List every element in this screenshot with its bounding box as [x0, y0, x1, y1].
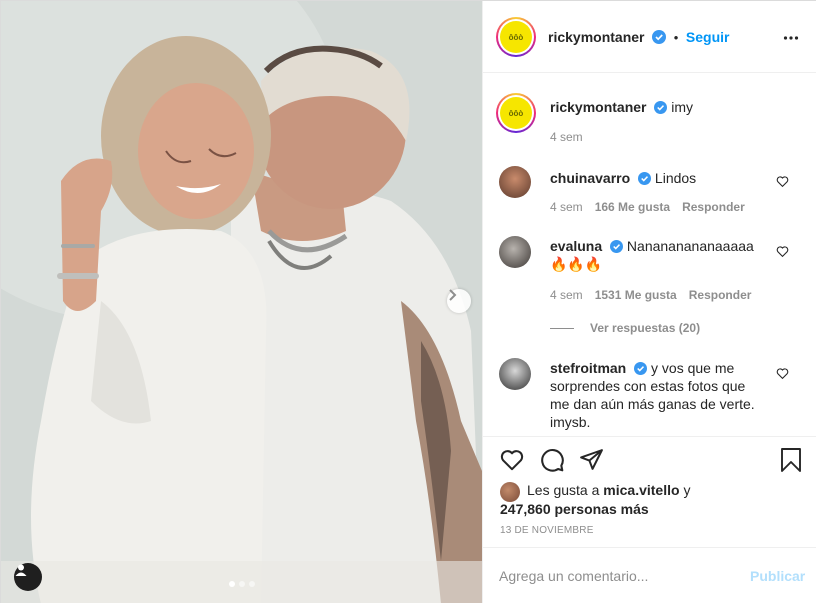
carousel-dot [239, 581, 245, 587]
comment-avatar[interactable] [499, 236, 531, 268]
carousel-dot [229, 581, 235, 587]
comment-avatar[interactable] [499, 166, 531, 198]
comment-username[interactable]: evaluna [550, 238, 602, 254]
save-bookmark-icon[interactable] [779, 447, 803, 473]
caption-meta: 4 sem [550, 130, 583, 144]
next-photo-button[interactable] [447, 289, 471, 313]
like-comment-heart-icon[interactable] [776, 245, 789, 258]
likes-count[interactable]: 247,860 personas más [500, 501, 649, 517]
comment-body: evaluna Nanananananaaaaa🔥🔥🔥 [550, 237, 760, 273]
chevron-right-icon [449, 289, 457, 301]
view-replies-row[interactable]: Ver respuestas (20) [550, 321, 700, 335]
tagged-users-button[interactable] [14, 563, 42, 591]
reply-button[interactable]: Responder [689, 288, 752, 302]
comment-text: Lindos [654, 170, 697, 186]
header-separator: • [673, 30, 679, 45]
verified-badge-icon [610, 240, 624, 253]
view-replies-line [550, 327, 574, 329]
caption-text: imy [671, 99, 694, 115]
first-liker-username[interactable]: mica.vitello [603, 482, 679, 498]
comments-list: ôôò rickymontaner imy 4 sem chuinavarro … [483, 74, 816, 436]
likes-prefix: Les gusta a [527, 482, 600, 498]
comment-meta: 4 sem 166 Me gusta Responder [550, 200, 745, 214]
caption-avatar[interactable]: ôôò [496, 93, 536, 133]
publish-button[interactable]: Publicar [750, 568, 805, 584]
caption-body: rickymontaner imy [550, 98, 780, 116]
verified-badge-icon [654, 101, 668, 114]
user-icon [15, 564, 27, 576]
follow-button[interactable]: Seguir [686, 29, 730, 45]
caption: ôôò rickymontaner imy 4 sem [496, 93, 799, 153]
comment-body: chuinavarro Lindos [550, 169, 780, 187]
author-username[interactable]: rickymontaner [548, 29, 644, 45]
comment-input[interactable]: Agrega un comentario... [499, 568, 719, 584]
comment-likes[interactable]: 166 Me gusta [595, 200, 670, 214]
comment-likes[interactable]: 1531 Me gusta [595, 288, 677, 302]
post-side-panel: ôôò rickymontaner • Seguir ôôò rickymont… [482, 1, 816, 603]
carousel-dot [249, 581, 255, 587]
comment-username[interactable]: chuinavarro [550, 170, 630, 186]
caption-time[interactable]: 4 sem [550, 130, 583, 144]
photo-illustration [1, 1, 482, 603]
carousel-indicator [229, 581, 255, 587]
comment-body: stefroitman y vos que me sorprendes con … [550, 359, 760, 431]
more-options-icon[interactable] [783, 30, 799, 46]
avatar-image: ôôò [500, 97, 532, 129]
post-photo[interactable] [1, 1, 482, 603]
comment-meta: 4 sem 1531 Me gusta Responder [550, 288, 751, 302]
comment-item: chuinavarro Lindos 4 sem 166 Me gusta Re… [499, 166, 799, 226]
post-header: ôôò rickymontaner • Seguir [483, 1, 816, 73]
likes-conjunction: y [683, 482, 691, 498]
verified-badge-icon [634, 362, 648, 375]
liker-avatar[interactable] [500, 482, 520, 502]
author-avatar[interactable]: ôôò [496, 17, 536, 57]
post-modal: ôôò rickymontaner • Seguir ôôò rickymont… [0, 0, 816, 603]
verified-badge-icon [652, 30, 667, 44]
comment-item: stefroitman y vos que me sorprendes con … [499, 358, 799, 436]
comment-time[interactable]: 4 sem [550, 200, 583, 214]
post-date[interactable]: 13 DE NOVIEMBRE [500, 525, 594, 536]
likes-summary: Les gusta a mica.vitello y 247,860 perso… [500, 481, 690, 519]
caption-username[interactable]: rickymontaner [550, 99, 646, 115]
verified-badge-icon [638, 172, 652, 185]
like-comment-heart-icon[interactable] [776, 175, 789, 188]
like-heart-icon[interactable] [499, 447, 525, 473]
post-actions: Les gusta a mica.vitello y 247,860 perso… [483, 436, 816, 547]
share-paper-plane-icon[interactable] [579, 447, 604, 472]
comment-avatar[interactable] [499, 358, 531, 390]
comment-username[interactable]: stefroitman [550, 360, 626, 376]
view-replies-button[interactable]: Ver respuestas (20) [590, 321, 700, 335]
reply-button[interactable]: Responder [682, 200, 745, 214]
comment-item: evaluna Nanananananaaaaa🔥🔥🔥 4 sem 1531 M… [499, 236, 799, 336]
add-comment-bar: Agrega un comentario... Publicar [483, 547, 816, 603]
avatar-image: ôôò [500, 21, 532, 53]
like-comment-heart-icon[interactable] [776, 367, 789, 380]
comment-time[interactable]: 4 sem [550, 288, 583, 302]
comment-bubble-icon[interactable] [539, 447, 565, 473]
